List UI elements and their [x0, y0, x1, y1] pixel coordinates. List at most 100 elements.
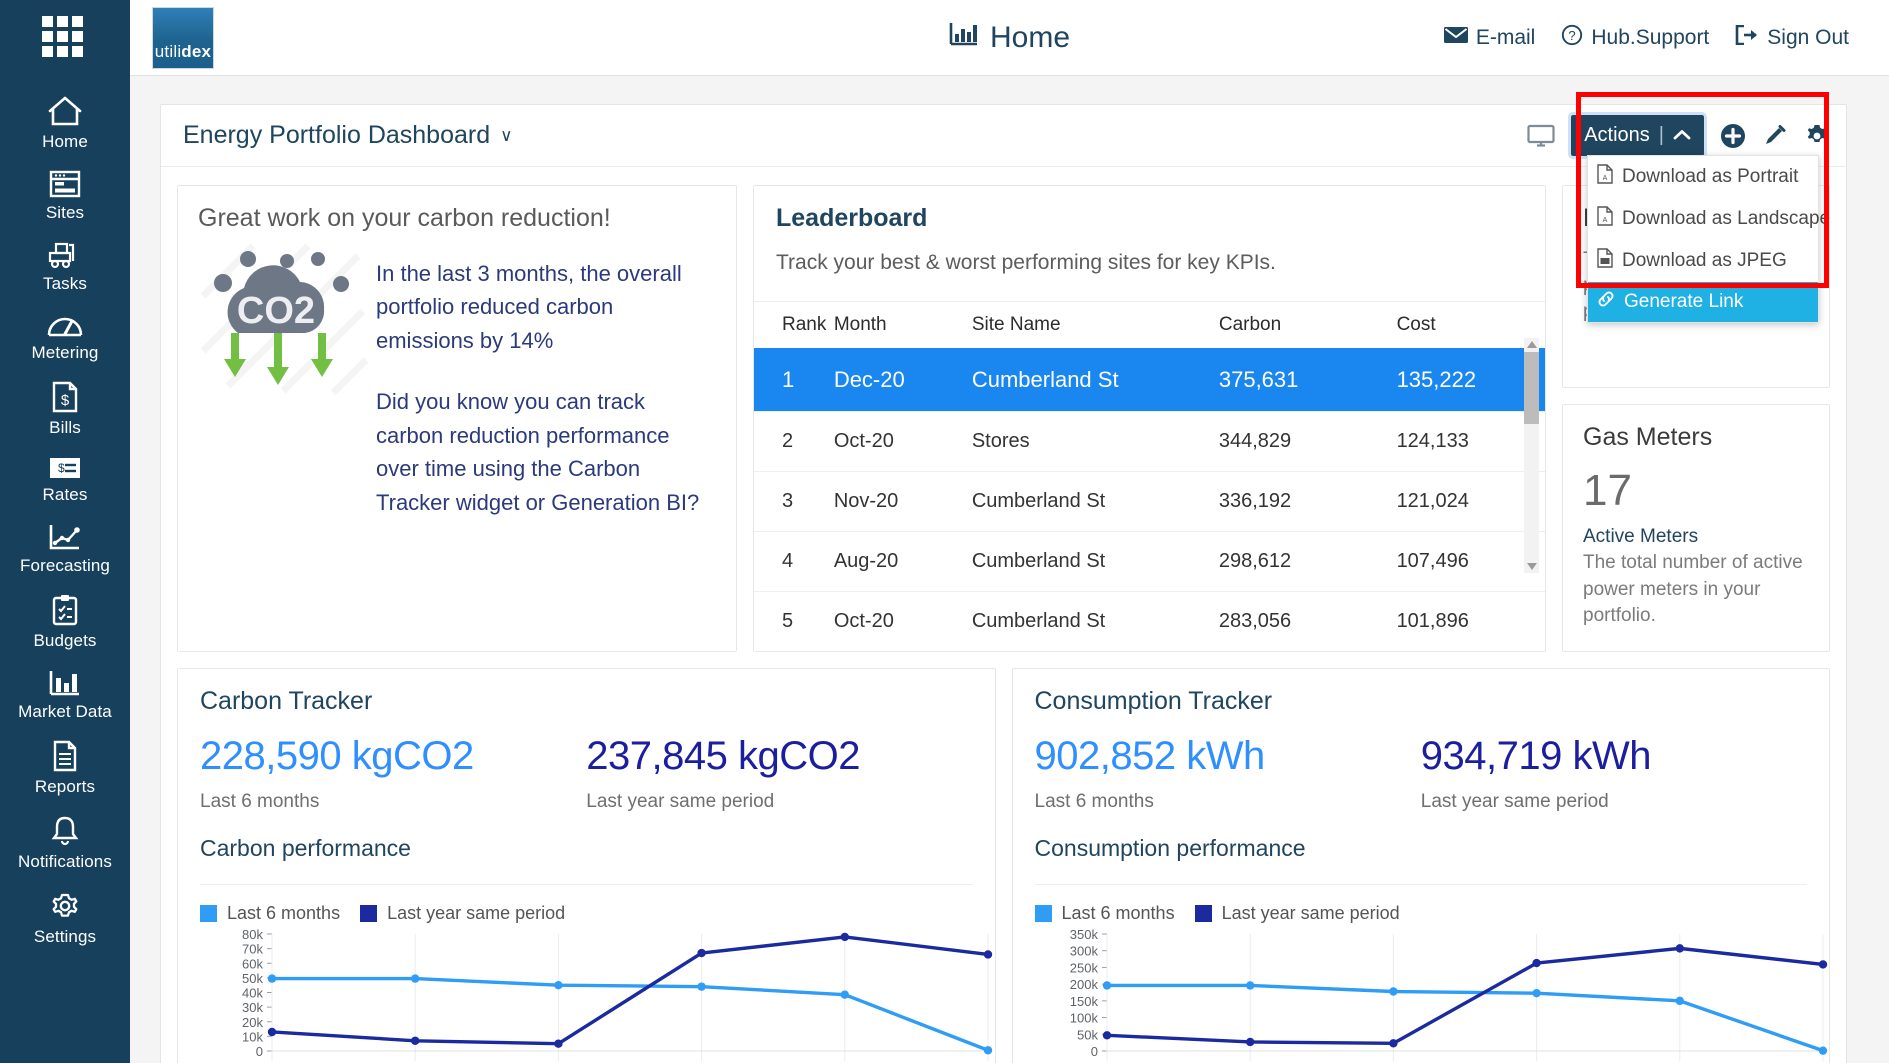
- sidebar-item-budgets[interactable]: Budgets: [0, 585, 130, 660]
- column-header-cost[interactable]: Cost: [1396, 301, 1545, 349]
- cell-cost: 101,896: [1396, 591, 1545, 651]
- gas-meters-subtitle: Active Meters: [1583, 526, 1699, 548]
- cell-carbon: 344,829: [1218, 411, 1397, 472]
- actions-button[interactable]: Actions |: [1568, 112, 1707, 159]
- svg-text:100k: 100k: [1069, 1011, 1098, 1026]
- grid-menu-icon[interactable]: [42, 16, 88, 62]
- hub-support-link[interactable]: ? Hub.Support: [1561, 24, 1709, 52]
- cell-month: Oct-20: [833, 591, 972, 651]
- sidebar-item-settings[interactable]: Settings: [0, 881, 130, 956]
- cell-carbon: 375,631: [1218, 348, 1397, 412]
- widget-row-2: Carbon Tracker 228,590 kgCO2 Last 6 mont…: [177, 668, 1830, 1063]
- rates-card-icon: $: [48, 456, 82, 480]
- sidebar-item-forecasting[interactable]: Forecasting: [0, 514, 130, 585]
- svg-text:50k: 50k: [1077, 1027, 1098, 1042]
- widget-row-1: Great work on your carbon reduction! CO2…: [177, 185, 1830, 652]
- cell-cost: 121,024: [1396, 471, 1545, 532]
- table-row[interactable]: 1 Dec-20 Cumberland St 375,631 135,222: [754, 348, 1545, 412]
- column-header-carbon[interactable]: Carbon: [1218, 301, 1397, 349]
- carbon-reduction-card: Great work on your carbon reduction! CO2…: [177, 185, 737, 652]
- legend-swatch-light: [200, 905, 217, 922]
- table-row[interactable]: 3 Nov-20 Cumberland St 336,192 121,024: [754, 471, 1545, 532]
- legend-swatch-light: [1034, 905, 1052, 922]
- legend-label-last-year: Last year same period: [387, 903, 566, 923]
- leaderboard-scrollbar[interactable]: [1524, 338, 1539, 573]
- cell-month: Aug-20: [833, 531, 972, 592]
- caret-up-icon: [1673, 124, 1691, 147]
- cell-rank: 4: [754, 531, 834, 592]
- table-row[interactable]: 4 Aug-20 Cumberland St 298,612 107,496: [754, 531, 1545, 592]
- cell-site: Cumberland St: [971, 531, 1219, 592]
- sidebar-item-reports[interactable]: Reports: [0, 731, 130, 806]
- svg-text:80k: 80k: [242, 927, 263, 942]
- carbon-primary-block: 228,590 kgCO2 Last 6 months: [200, 734, 586, 813]
- bills-invoice-icon: $: [51, 381, 79, 413]
- sidebar-item-home[interactable]: Home: [0, 86, 130, 161]
- cell-carbon: 298,612: [1218, 531, 1397, 592]
- sidebar-item-label: Home: [42, 132, 88, 151]
- cell-site: Stores: [971, 411, 1219, 472]
- app-root: Home Sites Tasks Metering $ Bills $ Rate…: [0, 0, 1889, 1063]
- sidebar-item-sites[interactable]: Sites: [0, 161, 130, 232]
- scroll-up-arrow-icon[interactable]: [1527, 341, 1537, 348]
- scroll-down-arrow-icon[interactable]: [1527, 563, 1537, 570]
- svg-text:$: $: [61, 392, 70, 409]
- cell-rank: 5: [754, 591, 834, 651]
- carbon-secondary-caption: Last year same period: [586, 791, 775, 812]
- menu-item-label: Download as JPEG: [1622, 250, 1787, 271]
- menu-item-download-as-landscape[interactable]: A Download as Landscape: [1588, 198, 1830, 240]
- scrollbar-thumb[interactable]: [1524, 352, 1539, 424]
- menu-item-download-as-portrait[interactable]: A Download as Portrait: [1588, 156, 1818, 198]
- menu-item-generate-link[interactable]: Generate Link: [1588, 282, 1818, 322]
- gear-icon[interactable]: [1804, 123, 1830, 149]
- sidebar-item-bills[interactable]: $ Bills: [0, 372, 130, 447]
- sidebar-item-metering[interactable]: Metering: [0, 303, 130, 372]
- gas-meters-description: The total number of active power meters …: [1583, 552, 1803, 626]
- gas-meters-card: Gas Meters 17 Active Meters The total nu…: [1562, 404, 1830, 652]
- sidebar-item-notifications[interactable]: Notifications: [0, 806, 130, 881]
- cell-site: Cumberland St: [971, 591, 1219, 651]
- cell-site: Cumberland St: [971, 471, 1219, 532]
- sidebar-item-label: Notifications: [18, 852, 112, 871]
- sidebar-item-tasks[interactable]: Tasks: [0, 232, 130, 303]
- bell-icon: [50, 815, 80, 847]
- dashboard-selector[interactable]: Energy Portfolio Dashboard ∨: [183, 121, 513, 150]
- sign-out-icon: [1735, 24, 1759, 51]
- cell-rank: 2: [754, 411, 834, 472]
- plus-circle-icon[interactable]: [1720, 123, 1746, 149]
- image-file-icon: [1597, 248, 1613, 274]
- table-row[interactable]: 2 Oct-20 Stores 344,829 124,133: [754, 411, 1545, 472]
- consumption-performance-chart[interactable]: 0 50k 100k 150k 200k 250k 300k 350k: [1035, 926, 1827, 1063]
- home-icon: [47, 95, 83, 127]
- sign-out-link[interactable]: Sign Out: [1735, 24, 1849, 51]
- table-row[interactable]: 5 Oct-20 Cumberland St 283,056 101,896: [754, 591, 1545, 651]
- utilidex-logo[interactable]: utilidex: [152, 6, 214, 69]
- consumption-primary-block: 902,852 kWh Last 6 months: [1035, 734, 1421, 813]
- column-header-site-name[interactable]: Site Name: [971, 301, 1219, 349]
- cell-carbon: 283,056: [1218, 591, 1397, 651]
- sidebar-item-market-data[interactable]: Market Data: [0, 660, 130, 731]
- cell-cost: 135,222: [1396, 348, 1545, 412]
- menu-item-label: Generate Link: [1624, 291, 1744, 312]
- column-header-month[interactable]: Month: [833, 301, 972, 349]
- column-header-rank[interactable]: Rank: [754, 301, 834, 349]
- dashboard-name: Energy Portfolio Dashboard: [183, 121, 491, 149]
- svg-text:50k: 50k: [242, 971, 263, 986]
- svg-text:150k: 150k: [1069, 994, 1098, 1009]
- pdf-file-icon: A: [1597, 164, 1613, 190]
- menu-item-download-as-jpeg[interactable]: Download as JPEG: [1588, 240, 1818, 282]
- sidebar-item-label: Metering: [31, 343, 99, 362]
- pencil-icon[interactable]: [1762, 123, 1788, 149]
- page-title-text: Home: [989, 20, 1071, 54]
- sidebar-item-rates[interactable]: $ Rates: [0, 447, 130, 514]
- svg-text:250k: 250k: [1069, 960, 1098, 975]
- content-scroll-area[interactable]: Energy Portfolio Dashboard ∨ Actions | A…: [130, 76, 1889, 1063]
- carbon-performance-chart[interactable]: 0 10k 20k 30k 40k 50k 60k 70k 80k: [200, 926, 993, 1063]
- actions-dropdown-menu[interactable]: A Download as Portrait A Download as Lan…: [1587, 155, 1830, 323]
- email-link[interactable]: E-mail: [1443, 25, 1536, 50]
- monitor-screen-icon[interactable]: [1527, 124, 1555, 148]
- cell-carbon: 336,192: [1218, 471, 1397, 532]
- sign-out-link-label: Sign Out: [1767, 25, 1849, 49]
- email-link-label: E-mail: [1475, 25, 1536, 49]
- cell-rank: 3: [754, 471, 834, 532]
